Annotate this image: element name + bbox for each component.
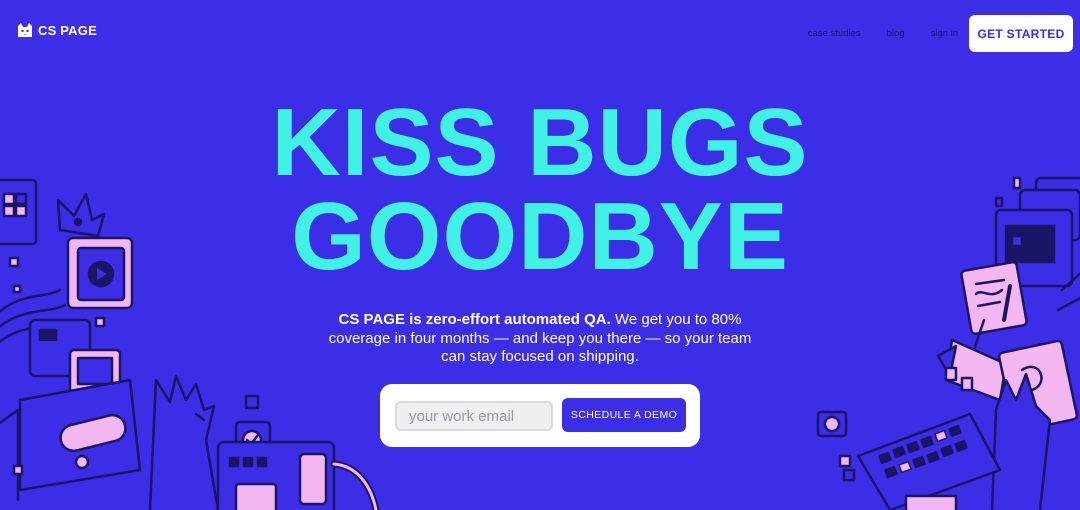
top-nav: CS PAGE case studies blog sign in GET ST… [0, 0, 1080, 62]
hero-subtitle: CS PAGE is zero-effort automated QA. We … [320, 311, 760, 367]
nav-link-blog[interactable]: blog [887, 28, 905, 39]
hero-title-line2: GOODBYE [291, 183, 789, 290]
brand-name: CS PAGE [38, 22, 97, 38]
schedule-demo-button[interactable]: SCHEDULE A DEMO [562, 398, 686, 432]
hero-subtitle-bold: CS PAGE is zero-effort automated QA. [338, 311, 611, 328]
brand-logo[interactable]: CS PAGE [16, 22, 97, 38]
get-started-button[interactable]: GET STARTED [969, 15, 1073, 52]
work-email-input[interactable] [395, 401, 553, 431]
nav-link-case-studies[interactable]: case studies [808, 28, 861, 39]
nav-links: case studies blog sign in [782, 28, 958, 39]
demo-signup-form: SCHEDULE A DEMO [380, 384, 700, 447]
cat-face-icon [18, 23, 32, 37]
nav-link-sign-in[interactable]: sign in [931, 28, 958, 39]
hero-title-line1: KISS BUGS [271, 89, 809, 196]
hero-title: KISS BUGS GOODBYE [0, 89, 1080, 290]
